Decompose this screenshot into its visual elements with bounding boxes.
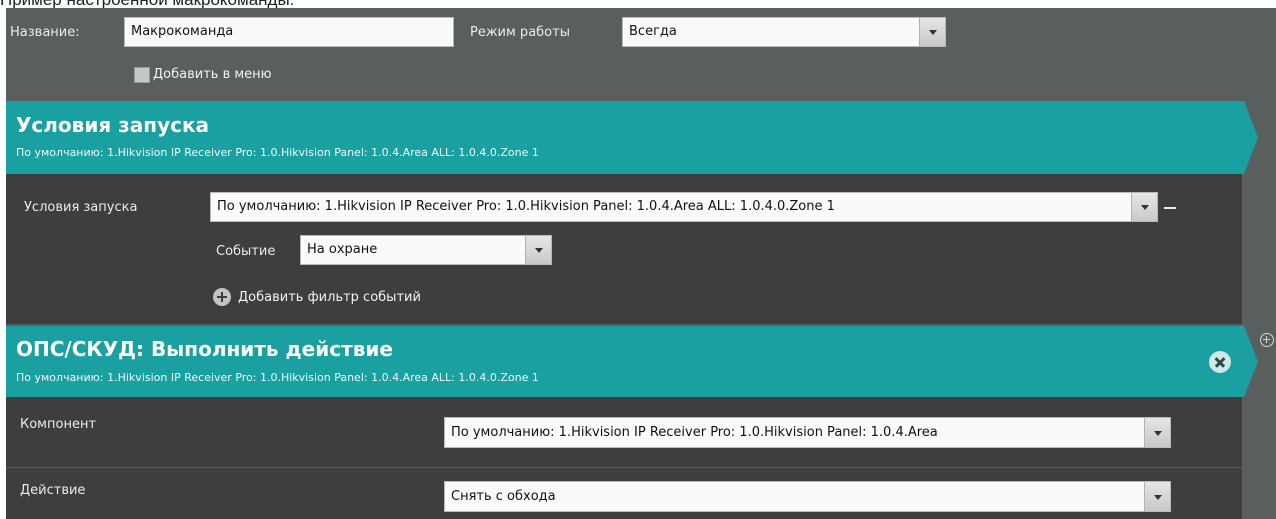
name-input[interactable]: Макрокоманда — [124, 17, 454, 47]
trigger-section-title: Условия запуска — [16, 113, 210, 137]
action-section-subtitle: По умолчанию: 1.Hikvision IP Receiver Pr… — [16, 371, 539, 384]
name-label: Название: — [10, 25, 80, 40]
component-label: Компонент — [20, 417, 97, 432]
trigger-section-subtitle: По умолчанию: 1.Hikvision IP Receiver Pr… — [16, 146, 539, 159]
mode-select[interactable]: Всегда — [622, 17, 946, 47]
row-divider — [6, 467, 1242, 468]
trigger-section-body: Условия запуска По умолчанию: 1.Hikvisio… — [6, 174, 1242, 324]
chevron-down-icon[interactable] — [1144, 418, 1170, 447]
remove-condition-icon[interactable] — [1164, 207, 1176, 209]
add-to-menu-label: Добавить в меню — [153, 67, 272, 82]
add-event-filter-link[interactable]: Добавить фильтр событий — [238, 290, 421, 305]
action-select-value: Снять с обхода — [451, 489, 556, 504]
component-select-value: По умолчанию: 1.Hikvision IP Receiver Pr… — [451, 425, 938, 440]
close-icon[interactable] — [1209, 351, 1231, 373]
mode-label: Режим работы — [470, 25, 570, 40]
event-select-value: На охране — [307, 242, 378, 257]
add-action-icon[interactable] — [1260, 333, 1274, 347]
chevron-down-icon[interactable] — [1131, 193, 1157, 221]
trigger-section-header[interactable]: Условия запуска По умолчанию: 1.Hikvisio… — [6, 101, 1258, 174]
action-section-body: Компонент По умолчанию: 1.Hikvision IP R… — [6, 397, 1242, 519]
add-filter-icon[interactable] — [213, 288, 231, 306]
mode-select-value: Всегда — [629, 24, 677, 39]
macro-editor-panel: Название: Макрокоманда Режим работы Всег… — [6, 8, 1276, 519]
action-section-title: ОПС/СКУД: Выполнить действие — [16, 337, 393, 361]
trigger-condition-label: Условия запуска — [24, 200, 138, 215]
trigger-condition-select[interactable]: По умолчанию: 1.Hikvision IP Receiver Pr… — [210, 192, 1158, 222]
component-select[interactable]: По умолчанию: 1.Hikvision IP Receiver Pr… — [444, 417, 1171, 448]
add-to-menu-checkbox[interactable] — [134, 67, 150, 83]
event-select[interactable]: На охране — [300, 235, 552, 265]
chevron-down-icon[interactable] — [1144, 482, 1170, 511]
trigger-condition-value: По умолчанию: 1.Hikvision IP Receiver Pr… — [217, 199, 835, 214]
action-select[interactable]: Снять с обхода — [444, 481, 1171, 512]
chevron-down-icon[interactable] — [525, 236, 551, 264]
action-section-header[interactable]: ОПС/СКУД: Выполнить действие По умолчани… — [6, 326, 1258, 397]
chevron-down-icon[interactable] — [919, 18, 945, 46]
action-label: Действие — [20, 483, 86, 498]
event-label: Событие — [216, 244, 276, 259]
